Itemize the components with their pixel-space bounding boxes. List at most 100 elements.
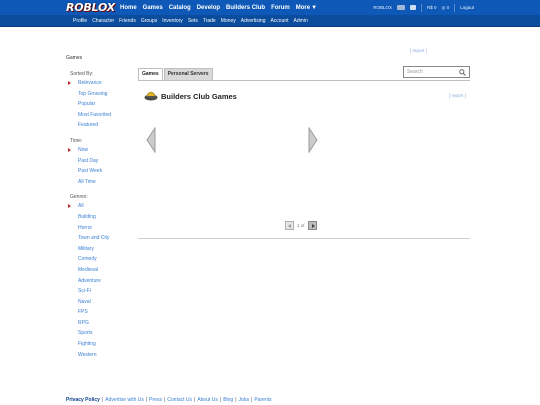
time-option-label: All Time xyxy=(78,178,96,185)
genre-label: Sci-Fi xyxy=(78,288,91,295)
nav-games[interactable]: Games xyxy=(143,5,163,11)
nav-develop[interactable]: Develop xyxy=(197,5,220,11)
genre-town-and-city[interactable]: Town and City xyxy=(66,233,136,244)
sort-label: Relevance xyxy=(78,80,102,86)
carousel-left-arrow-icon[interactable] xyxy=(146,127,156,153)
tab-divider xyxy=(138,80,470,81)
footer-jobs[interactable]: Jobs xyxy=(239,397,250,403)
pager: 1 of xyxy=(285,221,317,230)
sort-popular[interactable]: Popular xyxy=(66,99,136,110)
subnav-groups[interactable]: Groups xyxy=(141,18,157,24)
sub-nav: Profile Character Friends Groups Invento… xyxy=(73,15,308,27)
genre-medieval[interactable]: Medieval xyxy=(66,265,136,276)
search-icon[interactable] xyxy=(459,68,466,76)
genre-label: Adventure xyxy=(78,277,101,284)
genre-label: Naval xyxy=(78,298,91,305)
prev-page-button[interactable] xyxy=(285,221,294,230)
footer-privacy-policy[interactable]: Privacy Policy xyxy=(66,397,100,403)
genre-label: Military xyxy=(78,245,94,252)
builders-club-header: Builders Club Games xyxy=(144,91,237,101)
genre-building[interactable]: Building xyxy=(66,212,136,223)
logout-link[interactable]: Logout xyxy=(460,5,474,10)
time-past-day[interactable]: Past Day xyxy=(66,156,136,167)
report-link[interactable]: [ report ] xyxy=(410,48,427,53)
time-now[interactable]: Now xyxy=(66,145,136,156)
genre-label: RPG xyxy=(78,319,89,326)
time-all-time[interactable]: All Time xyxy=(66,177,136,188)
genre-label: Western xyxy=(78,351,97,358)
genre-horror[interactable]: Horror xyxy=(66,223,136,234)
genre-military[interactable]: Military xyxy=(66,244,136,255)
genre-label: Comedy xyxy=(78,256,97,263)
nav-builders-club[interactable]: Builders Club xyxy=(226,5,265,11)
robux-count: 0 xyxy=(434,5,437,10)
subnav-admin[interactable]: Admin xyxy=(294,18,308,24)
filter-sidebar: Sorted By: Relevance Top Grossing Popula… xyxy=(66,70,136,360)
genre-rpg[interactable]: RPG xyxy=(66,318,136,329)
content-divider xyxy=(138,238,470,239)
chevron-right-icon xyxy=(311,224,315,228)
message-icon[interactable] xyxy=(397,5,405,10)
genre-fighting[interactable]: Fighting xyxy=(66,339,136,350)
genre-label: Horror xyxy=(78,224,93,231)
subnav-friends[interactable]: Friends xyxy=(119,18,136,24)
footer-links: Privacy Policy | Advertise with Us | Press | C… xyxy=(66,397,272,403)
footer-advertise[interactable]: Advertise with Us xyxy=(105,397,144,403)
username[interactable]: ROBLOX xyxy=(373,5,392,10)
tab-games[interactable]: Games xyxy=(138,68,163,80)
time-option-label: Past Week xyxy=(78,168,103,175)
genre-label: Building xyxy=(78,213,96,220)
nav-more-label: More xyxy=(295,4,311,11)
sort-most-favorited[interactable]: Most Favorited xyxy=(66,110,136,121)
nav-more[interactable]: More▼ xyxy=(296,5,317,11)
genre-all[interactable]: All xyxy=(66,201,136,212)
roblox-logo[interactable]: ROBLOX xyxy=(66,1,115,14)
search-placeholder: Search xyxy=(407,69,423,75)
sort-relevance[interactable]: Relevance xyxy=(66,78,136,89)
genre-naval[interactable]: Naval xyxy=(66,297,136,308)
genre-western[interactable]: Western xyxy=(66,350,136,361)
subnav-trade[interactable]: Trade xyxy=(203,18,216,24)
sort-top-grossing[interactable]: Top Grossing xyxy=(66,89,136,100)
nav-home[interactable]: Home xyxy=(120,5,137,11)
footer-press[interactable]: Press xyxy=(149,397,162,403)
time-option-label: Now xyxy=(78,146,89,153)
tab-personal-servers[interactable]: Personal Servers xyxy=(163,68,213,80)
subnav-character[interactable]: Character xyxy=(92,18,114,24)
subnav-sets[interactable]: Sets xyxy=(188,18,198,24)
next-page-button[interactable] xyxy=(307,221,317,230)
sort-featured[interactable]: Featured xyxy=(66,120,136,131)
tix-balance[interactable]: ◎ 0 xyxy=(442,5,450,11)
subnav-profile[interactable]: Profile xyxy=(73,18,87,24)
genre-label: Fighting xyxy=(78,341,96,348)
genre-adventure[interactable]: Adventure xyxy=(66,276,136,287)
subnav-inventory[interactable]: Inventory xyxy=(162,18,183,24)
sort-label: Most Favorited xyxy=(78,111,112,118)
genre-sports[interactable]: Sports xyxy=(66,328,136,339)
nav-catalog[interactable]: Catalog xyxy=(169,5,191,11)
tix-count: 0 xyxy=(446,4,450,10)
genres-label: Genres: xyxy=(70,194,88,201)
friends-icon[interactable] xyxy=(410,5,416,10)
report-link[interactable]: [ report ] xyxy=(449,93,466,98)
robux-balance[interactable]: R$ 0 xyxy=(427,5,437,10)
genre-sci-fi[interactable]: Sci-Fi xyxy=(66,286,136,297)
footer-about-us[interactable]: About Us xyxy=(197,397,218,403)
footer-blog[interactable]: Blog xyxy=(223,397,233,403)
genre-comedy[interactable]: Comedy xyxy=(66,254,136,265)
search-input[interactable]: Search xyxy=(403,66,470,78)
time-past-week[interactable]: Past Week xyxy=(66,166,136,177)
footer-contact-us[interactable]: Contact Us xyxy=(167,397,192,403)
carousel-right-arrow-icon[interactable] xyxy=(308,127,318,153)
genre-label: Medieval xyxy=(78,266,99,273)
nav-forum[interactable]: Forum xyxy=(271,5,290,11)
footer-parents[interactable]: Parents xyxy=(254,397,271,403)
genre-fps[interactable]: FPS xyxy=(66,307,136,318)
page-indicator: 1 of xyxy=(297,223,305,228)
main-nav: Home Games Catalog Develop Builders Club… xyxy=(120,0,317,15)
sort-label: Featured xyxy=(78,122,99,129)
builders-club-hat-icon xyxy=(144,91,158,101)
subnav-account[interactable]: Account xyxy=(270,18,288,24)
subnav-advertising[interactable]: Advertising xyxy=(241,18,266,24)
subnav-money[interactable]: Money xyxy=(221,18,236,24)
